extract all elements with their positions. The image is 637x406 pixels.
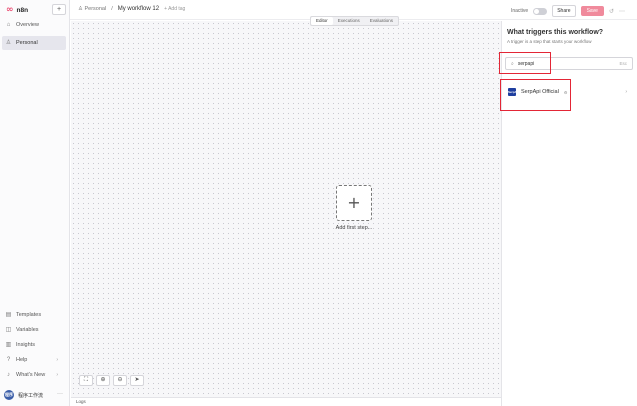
logs-label: Logs — [76, 399, 86, 404]
share-button[interactable]: Share — [552, 5, 576, 17]
avatar: 程序 — [4, 390, 14, 400]
breadcrumb-project[interactable]: ♙ Personal — [78, 6, 106, 12]
panel-subtitle: A trigger is a step that starts your wor… — [507, 39, 592, 44]
canvas-controls: ⛶ ⊕ ⊖ ➤ — [79, 375, 144, 386]
logs-bar[interactable]: Logs — [71, 397, 501, 406]
view-tabs: Editor Executions Evaluations — [310, 16, 400, 26]
sidebar-item-label: Insights — [16, 342, 35, 348]
add-first-step-label: Add first step... — [335, 225, 373, 231]
n8n-logo[interactable]: ∞ n8n — [6, 5, 28, 15]
community-badge-icon: ⚙ — [563, 89, 568, 95]
zoom-in-icon[interactable]: ⊕ — [96, 375, 110, 386]
sidebar-item-insights[interactable]: ▥ Insights — [2, 338, 66, 352]
active-status-label: Inactive — [510, 8, 529, 14]
chevron-right-icon: › — [625, 89, 627, 95]
history-icon[interactable]: ↺ — [609, 8, 614, 15]
tab-executions[interactable]: Executions — [333, 17, 365, 25]
brand-name: n8n — [16, 6, 29, 14]
search-value: serpapi — [517, 60, 535, 67]
templates-icon: ▤ — [5, 311, 12, 318]
active-toggle[interactable] — [533, 7, 548, 15]
sidebar-item-overview[interactable]: ⌂ Overview — [2, 18, 66, 32]
home-icon: ⌂ — [6, 21, 11, 28]
sidebar-item-label: What's New — [16, 372, 46, 378]
sidebar-item-help[interactable]: ? Help › — [2, 353, 66, 367]
variables-icon: ◫ — [5, 326, 12, 333]
help-icon: ? — [6, 356, 11, 363]
sidebar-item-personal[interactable]: ♙ Personal — [2, 36, 66, 50]
add-first-step-button[interactable]: + — [336, 185, 372, 221]
sidebar-item-templates[interactable]: ▤ Templates — [2, 308, 66, 322]
create-button[interactable]: + — [52, 4, 66, 15]
sidebar-item-label: Variables — [16, 327, 39, 333]
n8n-logo-icon: ∞ — [6, 5, 14, 15]
node-result-label: SerpApi Official — [521, 89, 559, 95]
tab-editor[interactable]: Editor — [311, 17, 333, 25]
panel-title: What triggers this workflow? — [507, 29, 604, 36]
sidebar: ∞ n8n + ⌂ Overview ♙ Personal ▤ Template… — [0, 0, 70, 406]
chevron-right-icon: › — [56, 357, 58, 363]
plus-icon: + — [347, 193, 361, 212]
zoom-out-icon[interactable]: ⊖ — [113, 375, 127, 386]
chevron-right-icon: › — [56, 372, 58, 378]
node-search-input[interactable]: ⌕ serpapi Esc — [505, 57, 633, 70]
user-name: 程序工作流 — [18, 392, 44, 399]
sidebar-item-label: Personal — [16, 40, 38, 46]
serpapi-icon: SerpApi — [508, 88, 520, 96]
sidebar-item-label: Templates — [16, 312, 42, 318]
node-result-serpapi[interactable]: SerpApi SerpApi Official ⚙ › — [505, 84, 633, 100]
workflow-canvas[interactable]: + Add first step... ⛶ ⊕ ⊖ ➤ — [71, 21, 501, 406]
sidebar-item-whats-new[interactable]: ♪ What's New › — [2, 368, 66, 382]
insights-icon: ▥ — [5, 341, 12, 348]
save-button[interactable]: Save — [580, 6, 604, 16]
search-icon: ⌕ — [511, 60, 514, 67]
breadcrumb-separator: / — [111, 6, 113, 12]
fit-view-icon[interactable]: ⛶ — [79, 375, 93, 386]
sidebar-item-label: Overview — [16, 22, 39, 28]
clear-search-hint[interactable]: Esc — [619, 61, 627, 66]
pointer-icon[interactable]: ➤ — [130, 375, 144, 386]
bell-icon: ♪ — [7, 371, 10, 378]
sidebar-item-variables[interactable]: ◫ Variables — [2, 323, 66, 337]
more-icon[interactable]: ··· — [57, 391, 63, 397]
more-icon[interactable]: ⋯ — [619, 8, 625, 15]
user-icon: ♙ — [5, 39, 12, 46]
sidebar-item-label: Help — [16, 357, 28, 363]
workflow-name[interactable]: My workflow 12 — [118, 6, 159, 12]
user-menu[interactable]: 程序 程序工作流 ··· — [4, 390, 63, 400]
tab-evaluations[interactable]: Evaluations — [365, 17, 398, 25]
add-tag-button[interactable]: + Add tag — [164, 6, 185, 12]
breadcrumb: ♙ Personal / My workflow 12 + Add tag — [78, 6, 185, 12]
trigger-panel: What triggers this workflow? A trigger i… — [501, 21, 637, 406]
